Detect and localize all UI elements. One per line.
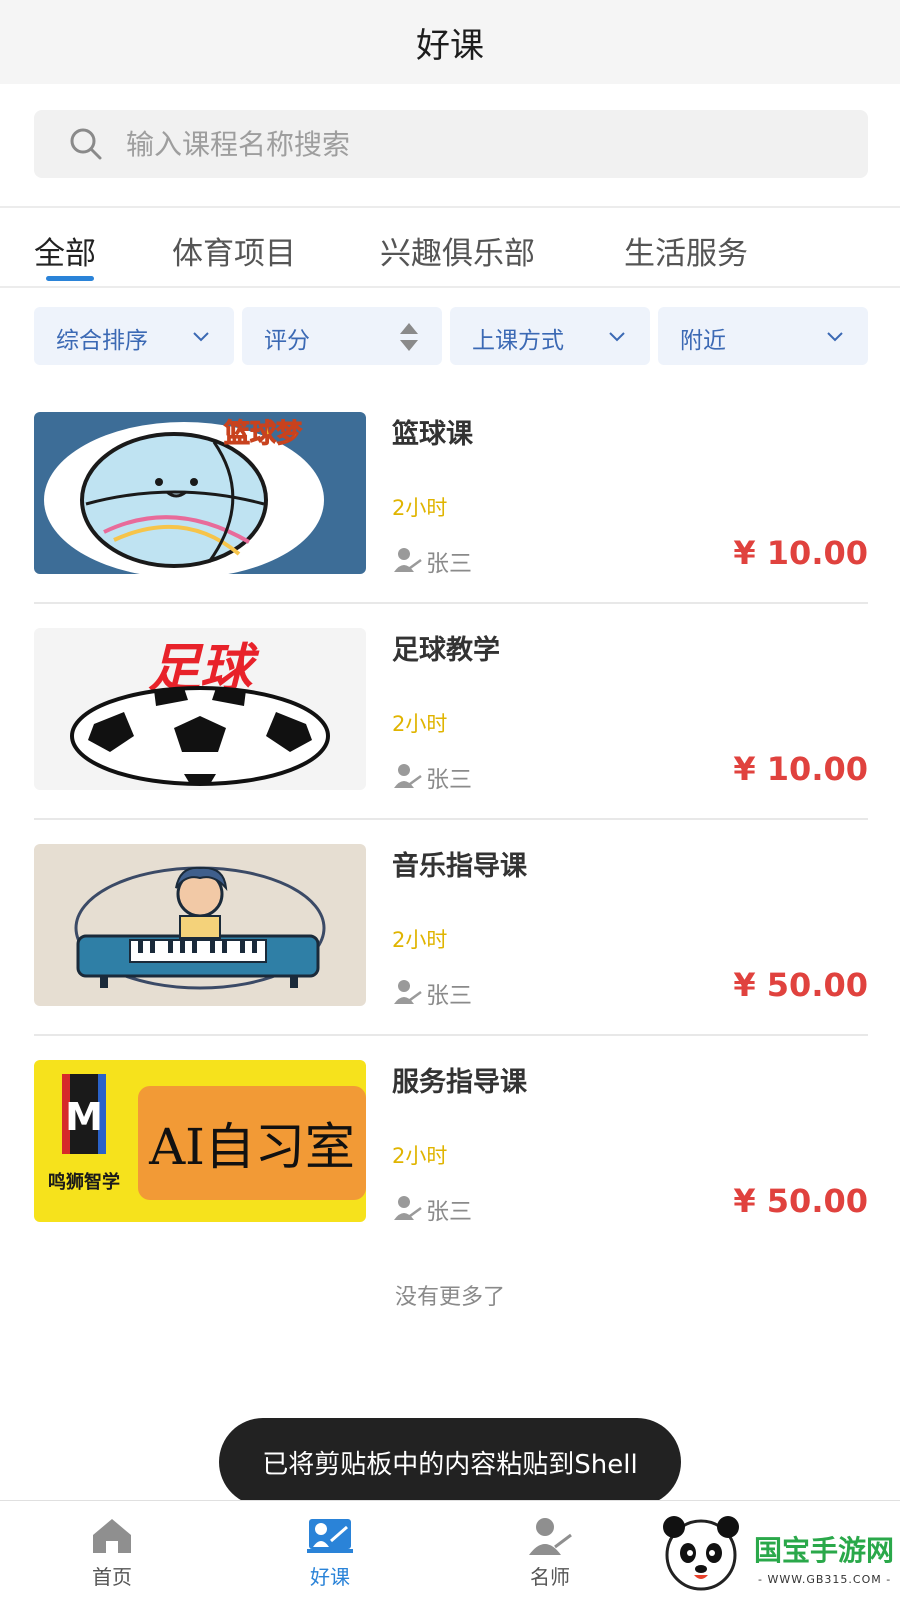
nav-label: 好课 — [310, 1565, 350, 1589]
home-icon — [93, 1519, 131, 1553]
teacher-icon — [394, 1196, 422, 1220]
course-title: 音乐指导课 — [392, 851, 527, 882]
course-title: 足球教学 — [392, 635, 500, 666]
thumbnail-logo-text: M — [65, 1095, 103, 1139]
page-title: 好课 — [416, 26, 484, 66]
nav-teachers[interactable]: 名师 — [490, 1515, 610, 1595]
course-price: ¥ 10.00 — [733, 750, 868, 788]
course-price: ¥ 10.00 — [733, 534, 868, 572]
filter-rating[interactable]: 评分 — [242, 307, 442, 365]
app-header: 好课 — [0, 0, 900, 84]
filter-label: 综合排序 — [56, 328, 148, 354]
category-tabs: 全部 体育项目 兴趣俱乐部 生活服务 — [0, 208, 900, 286]
teacher-name: 张三 — [426, 551, 472, 577]
toast-text: 已将剪贴板中的内容粘贴到Shell — [262, 1450, 638, 1480]
course-title: 篮球课 — [392, 419, 473, 450]
course-item[interactable]: M 鸣狮智学 AI自习室 服务指导课 2小时 张三 ¥ 50.00 — [34, 1036, 868, 1256]
course-thumbnail-basketball: 篮球梦 — [34, 412, 366, 574]
search-bar[interactable] — [34, 110, 868, 178]
filter-nearby[interactable]: 附近 — [658, 307, 868, 365]
filter-bar: 综合排序 评分 上课方式 附近 — [34, 307, 868, 365]
teacher-icon — [394, 548, 422, 572]
course-price: ¥ 50.00 — [733, 1182, 868, 1220]
watermark-text: 国宝手游网 — [754, 1534, 895, 1567]
course-item[interactable]: 足球 足球教学 2小时 张三 ¥ 10.00 — [34, 604, 868, 824]
active-tab-indicator — [46, 276, 94, 281]
filter-sort[interactable]: 综合排序 — [34, 307, 234, 365]
teacher-icon — [394, 980, 422, 1004]
thumbnail-brand-text: 鸣狮智学 — [48, 1171, 120, 1193]
nav-label: 首页 — [92, 1565, 132, 1589]
course-thumbnail-music — [34, 844, 366, 1006]
nav-courses[interactable]: 好课 — [270, 1515, 390, 1595]
chevron-down-icon — [609, 332, 625, 342]
filter-label: 上课方式 — [472, 328, 564, 354]
teacher-name: 张三 — [426, 1199, 472, 1225]
teacher-icon — [529, 1518, 572, 1555]
course-item[interactable]: 篮球梦 篮球课 2小时 张三 ¥ 10.00 — [34, 388, 868, 608]
thumbnail-text: 篮球梦 — [223, 418, 303, 449]
teacher-name: 张三 — [426, 767, 472, 793]
tab-life-service[interactable]: 生活服务 — [624, 228, 748, 273]
watermark-url: - WWW.GB315.COM - — [758, 1573, 892, 1586]
toast: 已将剪贴板中的内容粘贴到Shell — [219, 1418, 681, 1506]
filter-label: 评分 — [264, 328, 310, 354]
course-duration: 2小时 — [392, 712, 448, 736]
course-item[interactable]: 音乐指导课 2小时 张三 ¥ 50.00 — [34, 820, 868, 1040]
course-price: ¥ 50.00 — [733, 966, 868, 1004]
nav-home[interactable]: 首页 — [52, 1515, 172, 1595]
course-title: 服务指导课 — [392, 1067, 527, 1098]
course-duration: 2小时 — [392, 928, 448, 952]
tab-interest-club[interactable]: 兴趣俱乐部 — [380, 228, 535, 273]
sort-arrows-icon — [400, 323, 418, 351]
filter-class-mode[interactable]: 上课方式 — [450, 307, 650, 365]
watermark: 国宝手游网 - WWW.GB315.COM - — [654, 1505, 900, 1600]
course-icon — [307, 1519, 353, 1553]
search-icon — [70, 128, 102, 160]
tab-all[interactable]: 全部 — [34, 228, 96, 273]
thumbnail-text: AI自习室 — [148, 1118, 355, 1176]
course-duration: 2小时 — [392, 1144, 448, 1168]
divider — [0, 286, 900, 288]
teacher-icon — [394, 764, 422, 788]
panda-logo-icon — [663, 1516, 739, 1591]
list-end-text: 没有更多了 — [394, 1285, 505, 1310]
tab-sports[interactable]: 体育项目 — [172, 228, 296, 273]
chevron-down-icon — [827, 332, 843, 342]
nav-label: 名师 — [530, 1565, 570, 1589]
course-duration: 2小时 — [392, 496, 448, 520]
course-thumbnail-ai-study: M 鸣狮智学 AI自习室 — [34, 1060, 366, 1222]
search-input[interactable] — [126, 110, 826, 178]
chevron-down-icon — [193, 332, 209, 342]
course-thumbnail-football: 足球 — [34, 628, 366, 790]
teacher-name: 张三 — [426, 983, 472, 1009]
filter-label: 附近 — [680, 328, 726, 354]
